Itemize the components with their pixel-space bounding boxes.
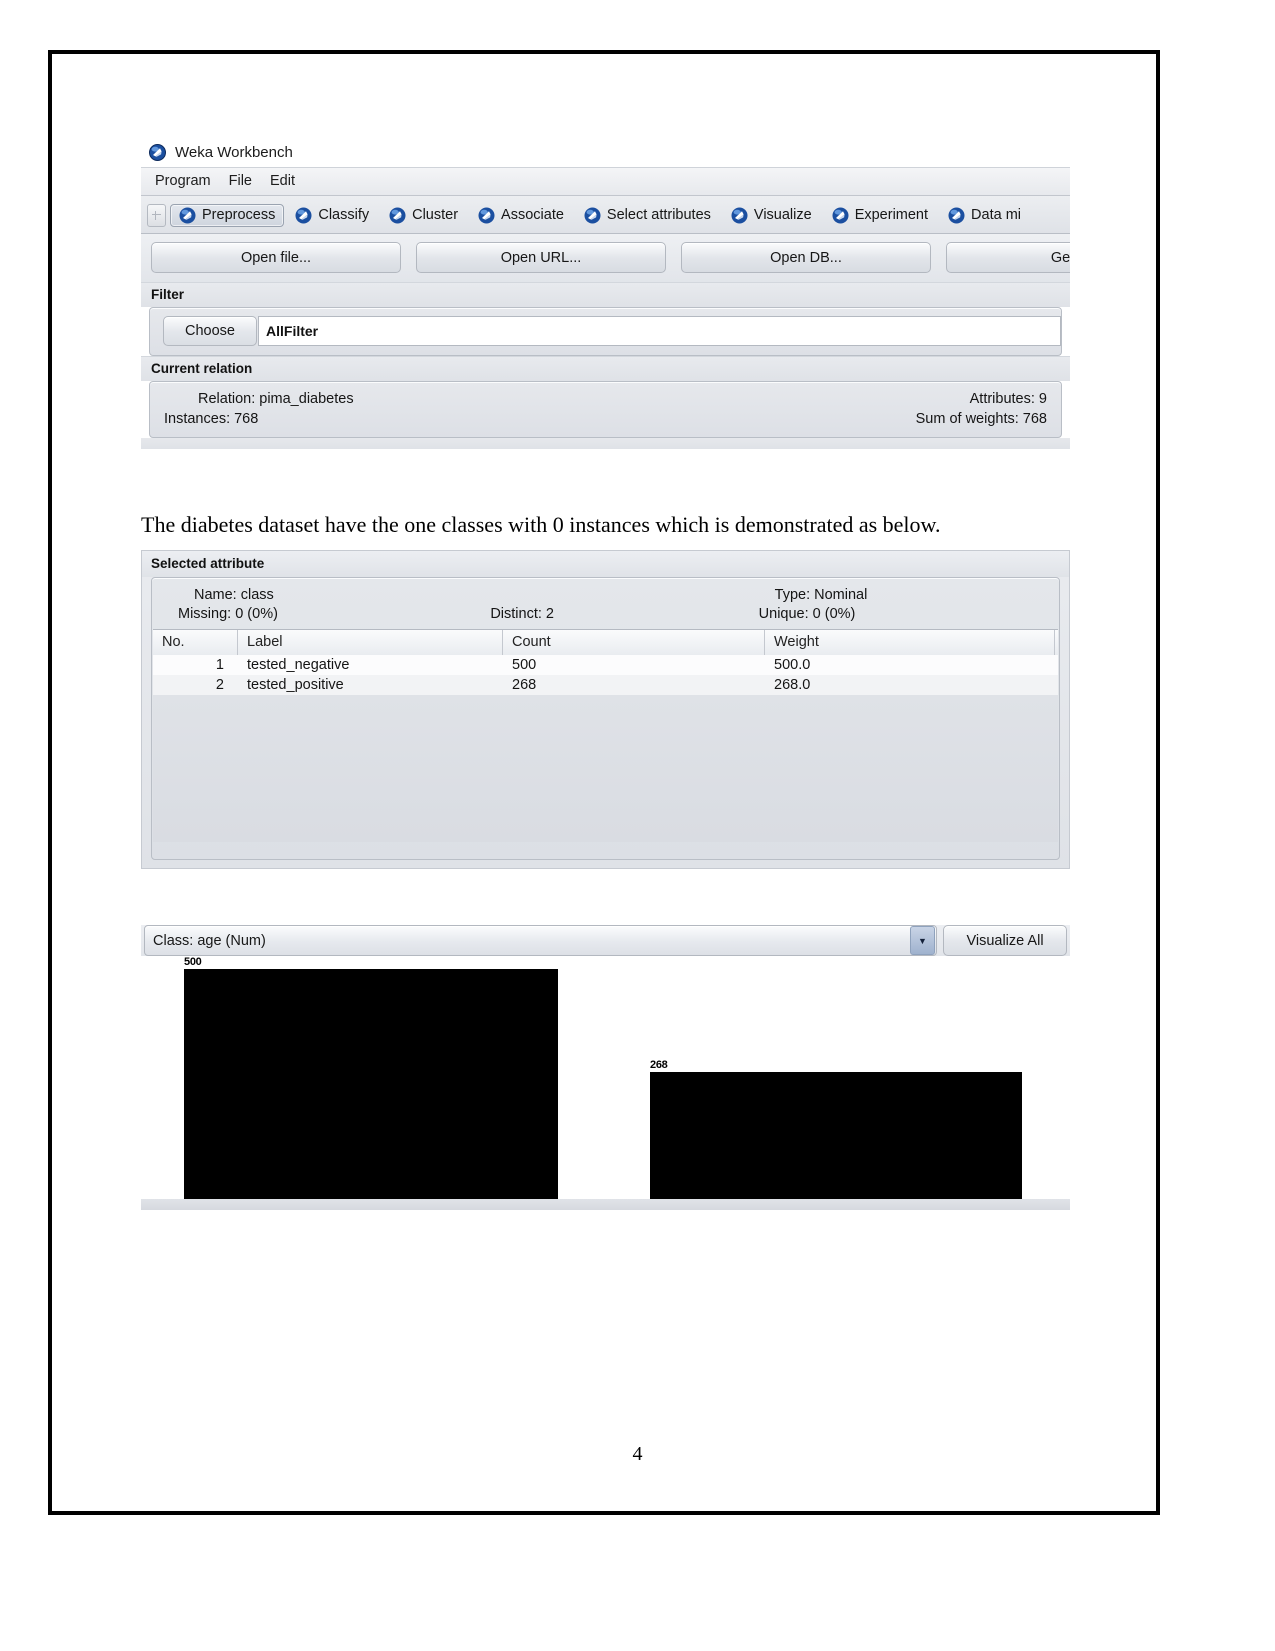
- cell-no: 2: [153, 675, 238, 695]
- selected-attribute-panel: Selected attribute Name: class Type: Nom…: [141, 550, 1070, 869]
- histogram-bar: [650, 1072, 1022, 1210]
- open-url-button[interactable]: Open URL...: [416, 242, 666, 273]
- attribute-missing: Missing: 0 (0%): [152, 606, 454, 622]
- tab-overflow-handle-icon[interactable]: [147, 204, 166, 227]
- menu-item-program[interactable]: Program: [155, 173, 211, 189]
- tab-label: Select attributes: [607, 207, 711, 223]
- chevron-down-icon[interactable]: ▼: [910, 926, 935, 955]
- weka-bird-icon: [295, 207, 312, 224]
- cell-count: 268: [503, 675, 765, 695]
- tab-cluster[interactable]: Cluster: [380, 204, 467, 227]
- instances-count: Instances: 768: [164, 411, 606, 427]
- current-relation-panel: Relation: pima_diabetes Attributes: 9 In…: [149, 381, 1062, 438]
- attribute-metadata: Name: class Type: Nominal Missing: 0 (0%…: [152, 578, 1059, 629]
- column-header-no[interactable]: No.: [153, 630, 238, 655]
- tab-associate[interactable]: Associate: [469, 204, 573, 227]
- nominal-values-table: No. Label Count Weight 1 tested_negative…: [153, 629, 1058, 842]
- menu-bar: Program File Edit: [141, 167, 1070, 196]
- weka-bird-icon: [731, 207, 748, 224]
- filter-panel: Choose AllFilter: [149, 307, 1062, 356]
- visualize-all-button[interactable]: Visualize All: [943, 925, 1067, 956]
- bar-value-label: 500: [184, 956, 201, 968]
- tab-classify[interactable]: Classify: [286, 204, 378, 227]
- weka-bird-icon: [478, 207, 495, 224]
- open-file-button[interactable]: Open file...: [151, 242, 401, 273]
- filter-row: Choose AllFilter: [150, 308, 1061, 355]
- tab-label: Cluster: [412, 207, 458, 223]
- cell-no: 1: [153, 655, 238, 675]
- panel-filler: [141, 438, 1070, 449]
- tab-preprocess[interactable]: Preprocess: [170, 204, 284, 227]
- column-header-weight[interactable]: Weight: [765, 630, 1055, 655]
- menu-item-file[interactable]: File: [229, 173, 252, 189]
- class-selector-row: Class: age (Num) ▼ Visualize All: [141, 925, 1070, 956]
- histogram-baseline: [141, 1199, 1070, 1210]
- tab-label: Experiment: [855, 207, 928, 223]
- menu-item-edit[interactable]: Edit: [270, 173, 295, 189]
- weka-bird-icon: [832, 207, 849, 224]
- tab-visualize[interactable]: Visualize: [722, 204, 821, 227]
- tab-data-mining[interactable]: Data mi: [939, 204, 1030, 227]
- weka-bird-icon: [149, 144, 166, 161]
- attribute-spacer: [454, 587, 756, 603]
- attribute-name: Name: class: [152, 587, 454, 603]
- weka-bird-icon: [389, 207, 406, 224]
- bar-value-label: 268: [650, 1059, 667, 1071]
- histogram-bar: [184, 969, 558, 1210]
- class-dropdown-value: Class: age (Num): [145, 933, 266, 949]
- cell-weight: 268.0: [765, 675, 1055, 695]
- open-db-button[interactable]: Open DB...: [681, 242, 931, 273]
- cell-label: tested_negative: [238, 655, 503, 675]
- filter-value-field[interactable]: AllFilter: [258, 316, 1061, 346]
- selected-attribute-body: Name: class Type: Nominal Missing: 0 (0%…: [151, 577, 1060, 860]
- tab-label: Classify: [318, 207, 369, 223]
- column-header-label[interactable]: Label: [238, 630, 503, 655]
- table-row[interactable]: 2 tested_positive 268 268.0: [153, 675, 1058, 695]
- tab-label: Data mi: [971, 207, 1021, 223]
- selected-attribute-label: Selected attribute: [142, 551, 1069, 577]
- filter-section-label: Filter: [141, 282, 1070, 307]
- document-page: Weka Workbench Program File Edit Preproc…: [0, 0, 1275, 1651]
- weka-bird-icon: [584, 207, 601, 224]
- weka-workbench-window: Weka Workbench Program File Edit Preproc…: [141, 140, 1070, 449]
- column-header-count[interactable]: Count: [503, 630, 765, 655]
- current-relation-section-label: Current relation: [141, 356, 1070, 381]
- cell-label: tested_positive: [238, 675, 503, 695]
- cell-weight: 500.0: [765, 655, 1055, 675]
- window-title: Weka Workbench: [175, 144, 293, 161]
- tab-label: Associate: [501, 207, 564, 223]
- tab-label: Preprocess: [202, 207, 275, 223]
- choose-filter-button[interactable]: Choose: [163, 316, 257, 346]
- table-empty-area: [153, 695, 1058, 842]
- class-dropdown[interactable]: Class: age (Num) ▼: [144, 925, 937, 956]
- cell-count: 500: [503, 655, 765, 675]
- tab-select-attributes[interactable]: Select attributes: [575, 204, 720, 227]
- table-header-row: No. Label Count Weight: [153, 630, 1058, 655]
- weka-bird-icon: [948, 207, 965, 224]
- tab-experiment[interactable]: Experiment: [823, 204, 937, 227]
- attribute-unique: Unique: 0 (0%): [757, 606, 1059, 622]
- window-titlebar: Weka Workbench: [141, 140, 1070, 167]
- class-histogram[interactable]: 500 268: [141, 956, 1070, 1210]
- current-relation-grid: Relation: pima_diabetes Attributes: 9 In…: [150, 382, 1061, 437]
- tab-strip: Preprocess Classify Cluster Associate: [141, 196, 1070, 234]
- relation-name: Relation: pima_diabetes: [164, 391, 606, 407]
- tab-label: Visualize: [754, 207, 812, 223]
- attributes-count: Attributes: 9: [606, 391, 1048, 407]
- table-row[interactable]: 1 tested_negative 500 500.0: [153, 655, 1058, 675]
- attribute-distinct: Distinct: 2: [454, 606, 756, 622]
- source-toolbar: Open file... Open URL... Open DB... Gene…: [141, 234, 1070, 282]
- weka-bird-icon: [179, 207, 196, 224]
- body-paragraph: The diabetes dataset have the one classe…: [141, 511, 1081, 539]
- attribute-type: Type: Nominal: [757, 587, 1059, 603]
- sum-of-weights: Sum of weights: 768: [606, 411, 1048, 427]
- generate-button[interactable]: Gener: [946, 242, 1070, 273]
- page-number: 4: [0, 1443, 1275, 1466]
